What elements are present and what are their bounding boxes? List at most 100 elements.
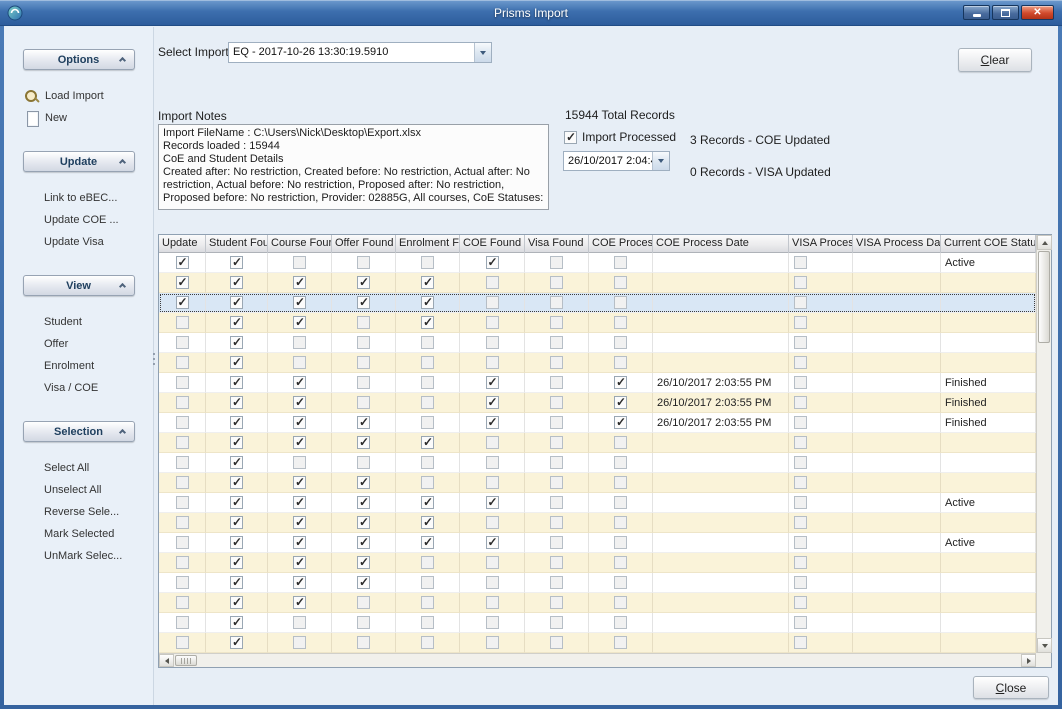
cell-checkbox[interactable]: [396, 273, 460, 293]
cell-checkbox[interactable]: [268, 613, 332, 633]
row-checkbox[interactable]: [357, 376, 370, 389]
clear-button[interactable]: Clear: [958, 48, 1032, 72]
cell-checkbox[interactable]: [525, 473, 589, 493]
cell-checkbox[interactable]: [525, 593, 589, 613]
row-checkbox[interactable]: [176, 596, 189, 609]
row-checkbox[interactable]: [357, 596, 370, 609]
cell-checkbox[interactable]: [789, 413, 853, 433]
row-checkbox[interactable]: [550, 456, 563, 469]
row-checkbox[interactable]: [794, 556, 807, 569]
cell-checkbox[interactable]: [525, 433, 589, 453]
row-checkbox[interactable]: [794, 496, 807, 509]
sidebar-item-visa-coe[interactable]: Visa / COE: [4, 377, 153, 399]
row-checkbox[interactable]: [230, 456, 243, 469]
row-checkbox[interactable]: [794, 576, 807, 589]
cell-checkbox[interactable]: [396, 253, 460, 273]
cell-checkbox[interactable]: [396, 513, 460, 533]
cell-checkbox[interactable]: [589, 473, 653, 493]
row-checkbox[interactable]: [230, 496, 243, 509]
row-checkbox[interactable]: [421, 516, 434, 529]
row-checkbox[interactable]: [794, 616, 807, 629]
cell-checkbox[interactable]: [589, 613, 653, 633]
cell-checkbox[interactable]: [396, 313, 460, 333]
cell-checkbox[interactable]: [159, 533, 206, 553]
cell-checkbox[interactable]: [525, 533, 589, 553]
cell-checkbox[interactable]: [332, 273, 396, 293]
cell-checkbox[interactable]: [159, 473, 206, 493]
minimize-button[interactable]: [963, 5, 990, 20]
cell-checkbox[interactable]: [589, 413, 653, 433]
grid-row[interactable]: Active: [159, 253, 1036, 273]
cell-checkbox[interactable]: [159, 513, 206, 533]
cell-checkbox[interactable]: [159, 553, 206, 573]
row-checkbox[interactable]: [293, 296, 306, 309]
row-checkbox[interactable]: [486, 476, 499, 489]
row-checkbox[interactable]: [550, 396, 563, 409]
cell-checkbox[interactable]: [460, 413, 525, 433]
row-checkbox[interactable]: [293, 516, 306, 529]
row-checkbox[interactable]: [293, 316, 306, 329]
row-checkbox[interactable]: [794, 256, 807, 269]
row-checkbox[interactable]: [614, 576, 627, 589]
row-checkbox[interactable]: [421, 636, 434, 649]
row-checkbox[interactable]: [230, 556, 243, 569]
sidebar-item-mark-selected[interactable]: Mark Selected: [4, 523, 153, 545]
cell-checkbox[interactable]: [268, 433, 332, 453]
cell-checkbox[interactable]: [589, 533, 653, 553]
row-checkbox[interactable]: [550, 296, 563, 309]
window-close-button[interactable]: ✕: [1021, 5, 1054, 20]
row-checkbox[interactable]: [486, 516, 499, 529]
grid-row[interactable]: [159, 473, 1036, 493]
sidebar-item-offer[interactable]: Offer: [4, 333, 153, 355]
row-checkbox[interactable]: [794, 636, 807, 649]
cell-checkbox[interactable]: [332, 633, 396, 653]
cell-checkbox[interactable]: [396, 573, 460, 593]
row-checkbox[interactable]: [421, 256, 434, 269]
sidebar-item-select-all[interactable]: Select All: [4, 457, 153, 479]
cell-checkbox[interactable]: [460, 533, 525, 553]
grid-row[interactable]: [159, 453, 1036, 473]
cell-checkbox[interactable]: [789, 393, 853, 413]
row-checkbox[interactable]: [550, 576, 563, 589]
sidebar-group-header-options[interactable]: Options: [23, 49, 135, 70]
row-checkbox[interactable]: [357, 616, 370, 629]
cell-checkbox[interactable]: [396, 473, 460, 493]
cell-checkbox[interactable]: [268, 453, 332, 473]
sidebar-item-new[interactable]: New: [4, 107, 153, 129]
vertical-scrollbar[interactable]: [1036, 235, 1051, 653]
row-checkbox[interactable]: [357, 276, 370, 289]
cell-checkbox[interactable]: [396, 593, 460, 613]
cell-checkbox[interactable]: [206, 493, 268, 513]
row-checkbox[interactable]: [293, 536, 306, 549]
column-header-visa-proces[interactable]: VISA Proces: [789, 235, 853, 253]
scroll-left-icon[interactable]: [159, 654, 174, 667]
grid-row[interactable]: [159, 353, 1036, 373]
row-checkbox[interactable]: [421, 336, 434, 349]
cell-checkbox[interactable]: [525, 453, 589, 473]
row-checkbox[interactable]: [550, 556, 563, 569]
row-checkbox[interactable]: [794, 596, 807, 609]
row-checkbox[interactable]: [421, 276, 434, 289]
grid-row[interactable]: [159, 613, 1036, 633]
row-checkbox[interactable]: [794, 416, 807, 429]
cell-checkbox[interactable]: [206, 453, 268, 473]
cell-checkbox[interactable]: [206, 533, 268, 553]
cell-checkbox[interactable]: [332, 373, 396, 393]
cell-checkbox[interactable]: [268, 533, 332, 553]
row-checkbox[interactable]: [357, 636, 370, 649]
cell-checkbox[interactable]: [789, 553, 853, 573]
column-header-current-coe-statu[interactable]: Current COE Statu: [941, 235, 1036, 253]
cell-checkbox[interactable]: [396, 353, 460, 373]
row-checkbox[interactable]: [421, 396, 434, 409]
row-checkbox[interactable]: [293, 256, 306, 269]
row-checkbox[interactable]: [550, 516, 563, 529]
sidebar-item-unselect-all[interactable]: Unselect All: [4, 479, 153, 501]
row-checkbox[interactable]: [357, 436, 370, 449]
row-checkbox[interactable]: [614, 536, 627, 549]
row-checkbox[interactable]: [293, 476, 306, 489]
cell-checkbox[interactable]: [159, 493, 206, 513]
cell-checkbox[interactable]: [206, 413, 268, 433]
row-checkbox[interactable]: [230, 536, 243, 549]
cell-checkbox[interactable]: [396, 393, 460, 413]
row-checkbox[interactable]: [794, 436, 807, 449]
